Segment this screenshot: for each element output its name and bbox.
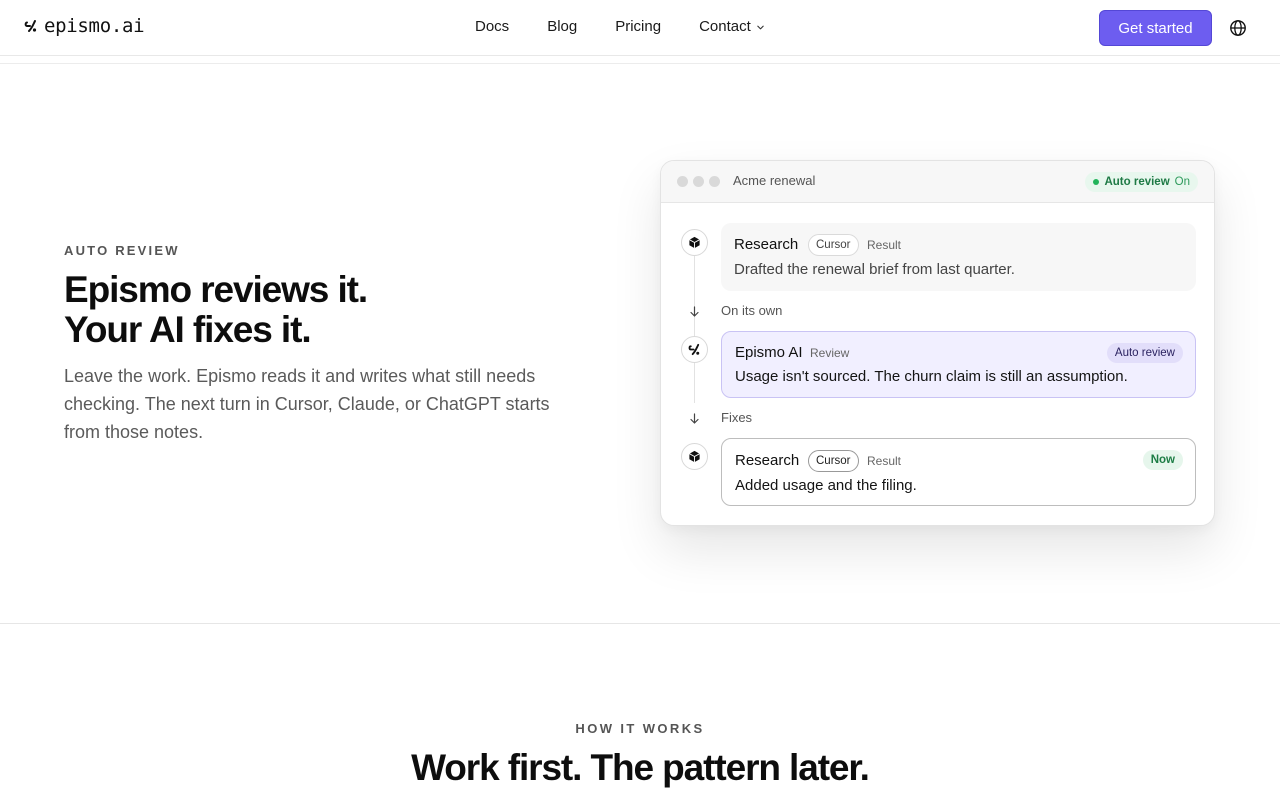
contact-label: Contact: [699, 18, 751, 35]
card-title: Acme renewal: [733, 173, 816, 188]
logo-text: epismo.ai: [44, 15, 145, 37]
cube-icon: [681, 229, 708, 256]
top-nav: epismo.ai Docs Blog Pricing Contact Get …: [0, 0, 1280, 56]
get-started-button[interactable]: Get started: [1099, 10, 1212, 46]
auto-review-label: Auto review: [1104, 176, 1170, 188]
auto-review-toggle[interactable]: Auto review On: [1085, 172, 1198, 192]
entry-meta: Result: [867, 238, 902, 252]
cursor-tag: Cursor: [808, 234, 859, 256]
hero-subtitle: Leave the work. Epismo reads it and writ…: [64, 366, 550, 442]
entry-text: Added usage and the filing.: [735, 477, 917, 494]
entry-text: Usage isn't sourced. The churn claim is …: [735, 368, 1128, 385]
step-label: Fixes: [721, 410, 753, 425]
epismo-icon: [681, 336, 708, 363]
logo[interactable]: epismo.ai: [24, 15, 145, 37]
nav-link-pricing[interactable]: Pricing: [615, 18, 661, 35]
hero-title: Epismo reviews it. Your AI fixes it.: [64, 269, 368, 350]
window-dot: [709, 176, 720, 187]
step-label: On its own: [721, 303, 783, 318]
timeline-line: [694, 253, 695, 403]
timeline-entry-review[interactable]: Epismo AI Review Auto review Usage isn't…: [721, 331, 1196, 398]
hero-eyebrow: AUTO REVIEW: [64, 243, 180, 258]
cube-icon: [681, 443, 708, 470]
nav-links: Docs Blog Pricing Contact: [475, 18, 765, 35]
timeline-entry-research[interactable]: Research Cursor Result Drafted the renew…: [721, 223, 1196, 291]
how-eyebrow: HOW IT WORKS: [575, 721, 705, 736]
window-dots: [677, 176, 720, 187]
cursor-tag: Cursor: [808, 450, 859, 472]
entry-text: Drafted the renewal brief from last quar…: [734, 261, 1015, 278]
entry-meta: Review: [810, 346, 850, 360]
how-title: Work first. The pattern later.: [411, 747, 870, 788]
chevron-down-icon: [757, 25, 764, 30]
now-badge: Now: [1142, 450, 1183, 470]
divider: [0, 63, 1280, 64]
status-dot-icon: [1093, 179, 1100, 185]
timeline-entry-fix[interactable]: Research Cursor Result Now Added usage a…: [721, 438, 1196, 506]
auto-review-badge: Auto review: [1106, 343, 1183, 363]
globe-icon[interactable]: [1229, 19, 1247, 37]
section-divider: [0, 623, 1280, 624]
nav-link-contact[interactable]: Contact: [699, 18, 765, 35]
entry-name: Epismo AI: [735, 344, 803, 361]
entry-meta: Result: [867, 454, 902, 468]
entry-name: Research: [734, 236, 799, 253]
auto-review-state: On: [1174, 176, 1190, 188]
window-dot: [693, 176, 704, 187]
logo-mark-icon: [24, 20, 37, 32]
arrow-down-icon: [690, 413, 699, 424]
window-dot: [677, 176, 688, 187]
nav-link-blog[interactable]: Blog: [547, 18, 577, 35]
hero-title-line-1: Epismo reviews it.: [64, 269, 368, 310]
entry-name: Research: [735, 452, 800, 469]
nav-link-docs[interactable]: Docs: [475, 18, 509, 35]
arrow-down-icon: [690, 306, 699, 317]
card-header: Acme renewal Auto review On: [661, 161, 1214, 203]
review-card: Acme renewal Auto review On Research Cur…: [660, 160, 1215, 526]
hero-title-line-2: Your AI fixes it.: [64, 309, 312, 350]
